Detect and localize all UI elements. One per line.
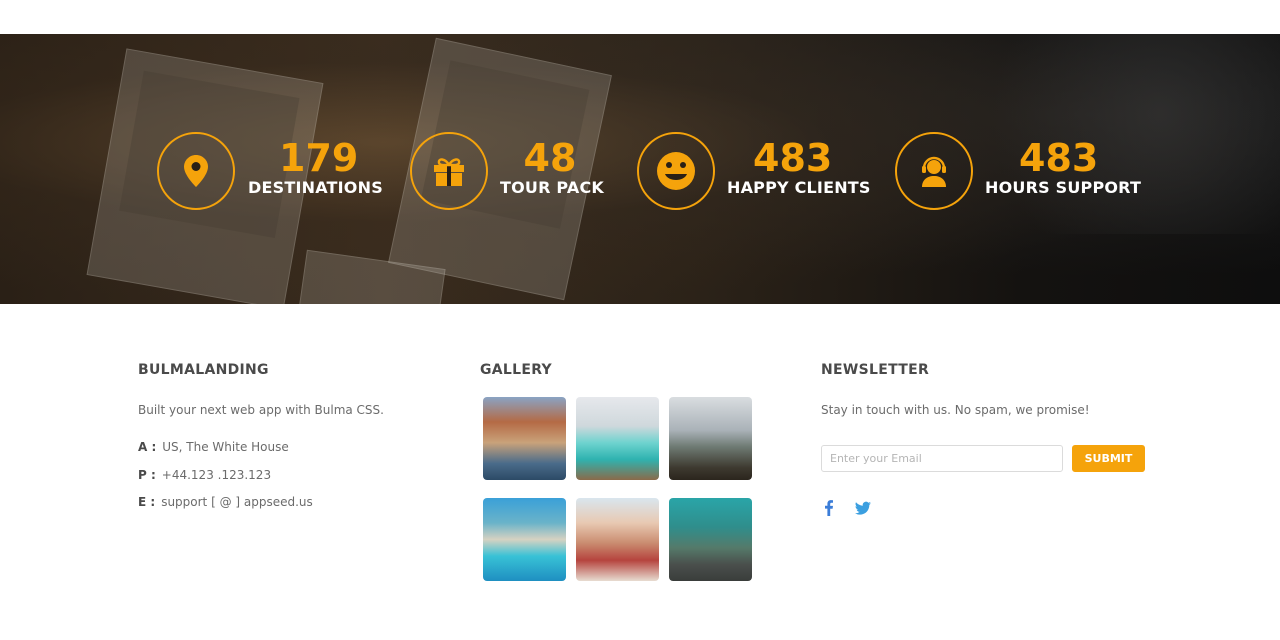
gallery-image-resort-pool[interactable] xyxy=(576,397,659,480)
newsletter-title: NEWSLETTER xyxy=(821,362,930,378)
stat-number: 48 xyxy=(523,136,577,180)
gallery-image-cafe-girl[interactable] xyxy=(576,498,659,581)
phone-value: +44.123 .123.123 xyxy=(161,468,272,482)
phone-line: P : +44.123 .123.123 xyxy=(138,468,271,482)
stat-number: 483 xyxy=(753,136,833,180)
gallery-image-blue-lagoon[interactable] xyxy=(483,498,566,581)
stat-number: 179 xyxy=(279,136,359,180)
phone-key: P : xyxy=(138,468,156,482)
stat-label: DESTINATIONS xyxy=(248,178,383,197)
stat-happy-clients: 483 HAPPY CLIENTS xyxy=(637,132,870,212)
address-line: A : US, The White House xyxy=(138,440,289,454)
about-description: Built your next web app with Bulma CSS. xyxy=(138,403,384,417)
map-pin-icon xyxy=(157,132,235,210)
gift-icon xyxy=(410,132,488,210)
address-value: US, The White House xyxy=(162,440,289,454)
address-key: A : xyxy=(138,440,157,454)
stat-number: 483 xyxy=(1019,136,1099,180)
stat-label: HAPPY CLIENTS xyxy=(727,178,871,197)
stat-label: HOURS SUPPORT xyxy=(985,178,1142,197)
gallery-image-open-road[interactable] xyxy=(669,498,752,581)
about-title: BULMALANDING xyxy=(138,362,269,378)
newsletter-description: Stay in touch with us. No spam, we promi… xyxy=(821,403,1090,417)
gallery-title: GALLERY xyxy=(480,362,552,378)
stat-tour-pack: 48 TOUR PACK xyxy=(410,132,610,212)
stat-destinations: 179 DESTINATIONS xyxy=(157,132,383,212)
email-key: E : xyxy=(138,495,156,509)
email-value: support [ @ ] appseed.us xyxy=(161,495,313,509)
email-line: E : support [ @ ] appseed.us xyxy=(138,495,313,509)
twitter-icon[interactable] xyxy=(853,498,873,518)
headset-support-icon xyxy=(895,132,973,210)
gallery-image-town-harbor[interactable] xyxy=(483,397,566,480)
newsletter-submit-button[interactable]: SUBMIT xyxy=(1072,445,1145,472)
stats-banner: 179 DESTINATIONS 48 TOUR PACK 483 HAPPY xyxy=(0,34,1280,304)
facebook-icon[interactable] xyxy=(819,498,839,518)
newsletter-email-input[interactable] xyxy=(821,445,1063,472)
gallery-image-mountain-bench[interactable] xyxy=(669,397,752,480)
stat-label: TOUR PACK xyxy=(500,178,604,197)
stat-hours-support: 483 HOURS SUPPORT xyxy=(895,132,1141,212)
smiley-icon xyxy=(637,132,715,210)
